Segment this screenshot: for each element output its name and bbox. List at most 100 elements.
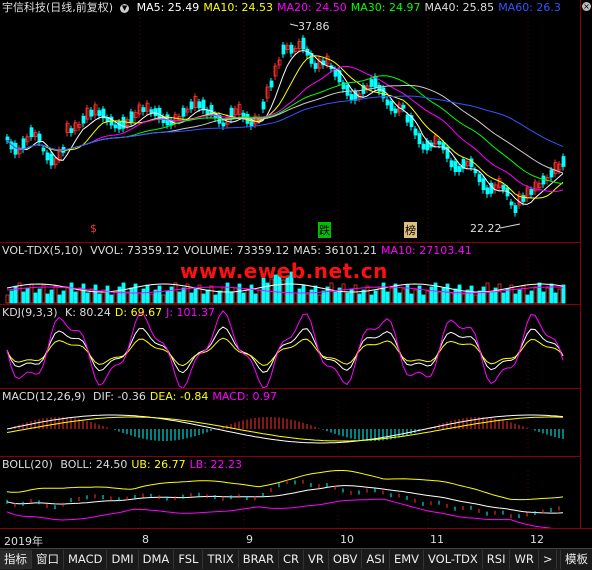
candle-body bbox=[453, 161, 458, 172]
volume-bar bbox=[441, 287, 446, 304]
candle-body bbox=[421, 143, 426, 150]
tab-2[interactable]: MACD bbox=[64, 550, 108, 569]
volume-bar bbox=[93, 284, 98, 304]
macd-pane[interactable]: MACD(12,26,9) DIF: -0.36 DEA: -0.84 MACD: … bbox=[0, 388, 580, 457]
tab-11[interactable]: ASI bbox=[362, 550, 390, 569]
candle-body bbox=[97, 110, 102, 116]
volume-bar bbox=[65, 286, 70, 304]
volume-bar bbox=[57, 294, 62, 304]
volume-bar bbox=[381, 282, 386, 304]
volume-bar bbox=[489, 291, 494, 304]
volume-bar bbox=[429, 286, 434, 304]
candle-body bbox=[153, 108, 158, 117]
volume-bar bbox=[453, 288, 458, 304]
candle-body bbox=[41, 147, 46, 152]
volume-bar bbox=[345, 292, 350, 304]
tab-13[interactable]: VOL-TDX bbox=[424, 550, 483, 569]
volume-bar bbox=[369, 294, 374, 304]
volume-bar bbox=[109, 294, 114, 304]
candle-body bbox=[513, 205, 518, 214]
tab-8[interactable]: CR bbox=[279, 550, 305, 569]
candle-body bbox=[149, 109, 154, 114]
tab-10[interactable]: OBV bbox=[329, 550, 363, 569]
candle-body bbox=[369, 79, 374, 87]
event-mark-die[interactable]: 跌 bbox=[318, 222, 331, 238]
tab-12[interactable]: EMV bbox=[390, 550, 424, 569]
volume-bar bbox=[73, 291, 78, 304]
volume-bar bbox=[333, 291, 338, 304]
volume-bar bbox=[209, 285, 214, 304]
volume-bar bbox=[461, 293, 466, 304]
kdj-pane[interactable]: KDJ(9,3,3) K: 80.24 D: 69.67 J: 101.37 bbox=[0, 304, 580, 389]
price-pane[interactable]: 宇信科技(日线,前复权) ▼ MA5: 25.49 MA10: 24.53 MA20:… bbox=[0, 0, 580, 242]
volume-bar bbox=[281, 279, 286, 304]
macd-chart[interactable] bbox=[0, 389, 580, 457]
volume-bar bbox=[341, 283, 346, 304]
candle-body bbox=[393, 108, 398, 114]
axis-label-year: 2019年 bbox=[4, 535, 43, 548]
volume-bar bbox=[149, 293, 154, 304]
volume-bar bbox=[301, 284, 306, 304]
volume-bar bbox=[169, 286, 174, 304]
candle-body bbox=[413, 128, 418, 136]
axis-label-aug: 8 bbox=[142, 533, 149, 546]
template-button[interactable]: 模板 bbox=[560, 550, 592, 569]
volume-bar bbox=[237, 283, 242, 304]
tab-1[interactable]: 窗口 bbox=[32, 550, 64, 569]
volume-bar bbox=[529, 290, 534, 304]
tab-3[interactable]: DMI bbox=[107, 550, 139, 569]
volume-bar bbox=[545, 287, 550, 304]
tab-9[interactable]: VR bbox=[304, 550, 329, 569]
volume-bar bbox=[357, 293, 362, 304]
tab-4[interactable]: DMA bbox=[139, 550, 175, 569]
volume-bar bbox=[449, 292, 454, 304]
volume-bar bbox=[61, 290, 66, 304]
volume-bar bbox=[297, 288, 302, 304]
candle-body bbox=[113, 124, 118, 129]
volume-bar bbox=[413, 289, 418, 304]
volume-bar bbox=[225, 282, 230, 304]
candle-body bbox=[389, 101, 394, 111]
candle-body bbox=[345, 84, 350, 96]
ma40-line bbox=[6, 85, 564, 174]
volume-bar bbox=[513, 293, 518, 304]
event-mark-dollar[interactable]: $ bbox=[90, 222, 97, 235]
candlestick-chart[interactable] bbox=[0, 0, 580, 242]
candle-body bbox=[485, 187, 490, 195]
boll-upper-line bbox=[6, 470, 564, 501]
tab-6[interactable]: TRIX bbox=[203, 550, 239, 569]
volume-bar bbox=[421, 294, 426, 304]
volume-bar bbox=[233, 287, 238, 304]
candle-body bbox=[501, 185, 506, 190]
candle-body bbox=[457, 166, 462, 172]
volume-bar bbox=[85, 292, 90, 304]
event-mark-bang[interactable]: 榜 bbox=[404, 222, 417, 238]
tab-7[interactable]: BRAR bbox=[239, 550, 280, 569]
volume-bar bbox=[193, 288, 198, 304]
candle-body bbox=[349, 94, 354, 100]
close-icon[interactable]: × bbox=[582, 2, 591, 11]
candle-body bbox=[5, 136, 10, 141]
candle-body bbox=[89, 109, 94, 117]
volume-bar bbox=[37, 288, 42, 304]
axis-label-sep: 9 bbox=[246, 533, 253, 546]
boll-chart[interactable] bbox=[0, 457, 580, 529]
volume-bar bbox=[317, 294, 322, 304]
volume-bar bbox=[365, 285, 370, 304]
candle-body bbox=[201, 99, 206, 111]
kdj-chart[interactable] bbox=[0, 305, 580, 389]
volume-bar bbox=[189, 292, 194, 304]
tab-5[interactable]: FSL bbox=[174, 550, 204, 569]
tab-15[interactable]: WR bbox=[510, 550, 539, 569]
high-price-label: 37.86 bbox=[298, 20, 330, 33]
volume-bar bbox=[473, 294, 478, 304]
volume-bar bbox=[53, 285, 58, 304]
candle-body bbox=[405, 114, 410, 123]
volume-bar bbox=[469, 285, 474, 304]
tab-0[interactable]: 指标 bbox=[0, 550, 32, 569]
volume-bar bbox=[129, 287, 134, 304]
tab-16[interactable]: > bbox=[539, 550, 558, 569]
candle-body bbox=[29, 127, 34, 138]
tab-14[interactable]: RSI bbox=[483, 550, 511, 569]
boll-pane[interactable]: BOLL(20) BOLL: 24.50 UB: 26.77 LB: 22.23 bbox=[0, 456, 580, 529]
